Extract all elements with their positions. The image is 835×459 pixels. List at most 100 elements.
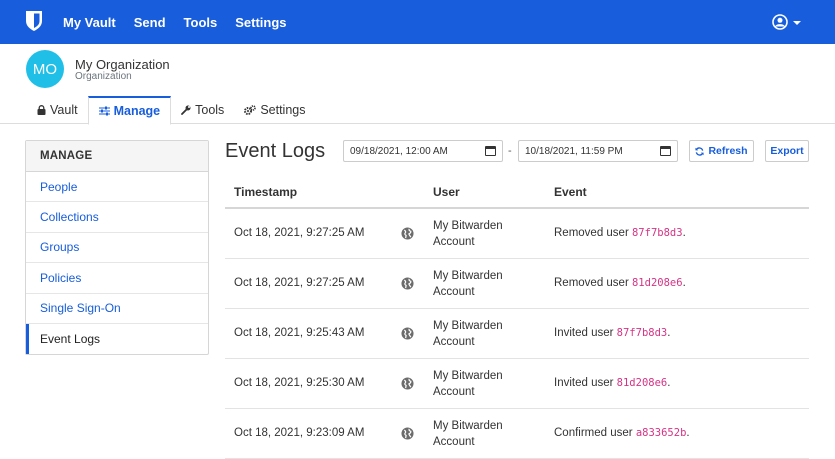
user-name-line2: Account xyxy=(433,236,475,248)
nav-send[interactable]: Send xyxy=(134,15,166,30)
user-name-line2: Account xyxy=(433,286,475,298)
table-row: Oct 18, 2021, 9:27:25 AM My Bitwarden Acc… xyxy=(225,209,809,259)
page-title: Event Logs xyxy=(225,140,326,162)
row-event: Removed user 87f7b8d3. xyxy=(554,227,686,239)
tab-tools-label: Tools xyxy=(195,103,225,117)
table-row: Oct 18, 2021, 9:23:09 AM My Bitwarden Acc… xyxy=(225,409,809,459)
sidebar-item-policies[interactable]: Policies xyxy=(26,263,208,294)
row-timestamp: Oct 18, 2021, 9:23:09 AM xyxy=(234,427,365,439)
bitwarden-logo-icon[interactable] xyxy=(25,10,43,32)
user-name-line1: My Bitwarden xyxy=(433,220,503,232)
gears-icon xyxy=(244,105,257,115)
event-text: Invited user xyxy=(554,377,617,389)
nav-tools[interactable]: Tools xyxy=(184,15,218,30)
chevron-down-icon xyxy=(793,20,801,25)
header-event: Event xyxy=(554,184,587,199)
row-user: My Bitwarden Account xyxy=(433,218,533,250)
event-log-table: Timestamp User Event Oct 18, 2021, 9:27:… xyxy=(225,176,809,459)
row-event: Confirmed user a833652b. xyxy=(554,427,690,439)
event-end: . xyxy=(667,327,671,339)
sidebar-item-single-sign-on[interactable]: Single Sign-On xyxy=(26,294,208,324)
account-menu-button[interactable] xyxy=(772,14,801,30)
event-user-id: 87f7b8d3 xyxy=(616,327,668,339)
row-event: Removed user 81d208e6. xyxy=(554,277,686,289)
globe-icon[interactable] xyxy=(401,327,414,340)
refresh-icon xyxy=(695,146,704,156)
globe-icon[interactable] xyxy=(401,377,414,390)
sliders-icon xyxy=(98,106,110,116)
table-row: Oct 18, 2021, 9:25:30 AM My Bitwarden Acc… xyxy=(225,359,809,409)
sidebar-item-collections[interactable]: Collections xyxy=(26,202,208,233)
user-name-line1: My Bitwarden xyxy=(433,320,503,332)
globe-icon[interactable] xyxy=(401,427,414,440)
event-text: Removed user xyxy=(554,277,632,289)
event-user-id: 81d208e6 xyxy=(616,377,668,389)
tab-manage[interactable]: Manage xyxy=(87,96,172,125)
user-name-line1: My Bitwarden xyxy=(433,370,503,382)
lock-icon xyxy=(37,105,46,115)
calendar-icon[interactable] xyxy=(660,146,671,156)
user-circle-icon xyxy=(772,14,788,30)
event-end: . xyxy=(682,277,686,289)
sidebar-heading: MANAGE xyxy=(26,141,208,172)
sidebar-item-people[interactable]: People xyxy=(26,172,208,203)
event-user-id: 81d208e6 xyxy=(631,277,683,289)
start-date-value: 09/18/2021, 12:00 AM xyxy=(350,145,448,157)
tab-manage-label: Manage xyxy=(113,104,161,118)
tab-settings-label: Settings xyxy=(260,103,306,117)
globe-icon[interactable] xyxy=(401,227,414,240)
manage-sidebar: MANAGE People Collections Groups Policie… xyxy=(25,140,209,356)
sidebar-item-groups[interactable]: Groups xyxy=(26,233,208,264)
calendar-icon[interactable] xyxy=(485,146,496,156)
wrench-icon xyxy=(181,105,191,115)
end-date-input[interactable]: 10/18/2021, 11:59 PM xyxy=(518,140,678,162)
row-user: My Bitwarden Account xyxy=(433,418,533,450)
date-range-separator: - xyxy=(508,145,512,157)
tab-settings[interactable]: Settings xyxy=(234,96,315,124)
export-label: Export xyxy=(770,145,804,157)
event-end: . xyxy=(667,377,671,389)
export-button[interactable]: Export xyxy=(765,140,809,162)
row-event: Invited user 81d208e6. xyxy=(554,377,670,389)
row-timestamp: Oct 18, 2021, 9:25:30 AM xyxy=(234,377,365,389)
table-header: Timestamp User Event xyxy=(225,176,809,209)
user-name-line1: My Bitwarden xyxy=(433,420,503,432)
row-user: My Bitwarden Account xyxy=(433,268,533,300)
end-date-value: 10/18/2021, 11:59 PM xyxy=(525,145,623,157)
user-name-line1: My Bitwarden xyxy=(433,270,503,282)
header-user: User xyxy=(433,184,460,199)
tab-vault[interactable]: Vault xyxy=(27,96,88,124)
nav-settings[interactable]: Settings xyxy=(235,15,286,30)
user-name-line2: Account xyxy=(433,336,475,348)
refresh-button[interactable]: Refresh xyxy=(689,140,754,162)
event-text: Invited user xyxy=(554,327,617,339)
org-avatar: MO xyxy=(26,50,64,88)
tab-vault-label: Vault xyxy=(50,103,78,117)
row-user: My Bitwarden Account xyxy=(433,368,533,400)
event-user-id: a833652b xyxy=(635,427,687,439)
event-end: . xyxy=(686,427,690,439)
globe-icon[interactable] xyxy=(401,277,414,290)
sidebar-item-event-logs[interactable]: Event Logs xyxy=(26,323,208,355)
event-text: Removed user xyxy=(554,227,632,239)
nav-my-vault[interactable]: My Vault xyxy=(63,15,116,30)
row-timestamp: Oct 18, 2021, 9:27:25 AM xyxy=(234,277,365,289)
refresh-label: Refresh xyxy=(708,145,748,157)
org-tabs: Vault Manage Tools Settings xyxy=(27,96,315,125)
event-end: . xyxy=(682,227,686,239)
table-row: Oct 18, 2021, 9:25:43 AM My Bitwarden Acc… xyxy=(225,309,809,359)
org-type: Organization xyxy=(75,71,132,82)
tab-tools[interactable]: Tools xyxy=(171,96,234,124)
event-user-id: 87f7b8d3 xyxy=(631,227,683,239)
row-event: Invited user 87f7b8d3. xyxy=(554,327,670,339)
row-timestamp: Oct 18, 2021, 9:25:43 AM xyxy=(234,327,365,339)
header-timestamp: Timestamp xyxy=(234,184,298,199)
row-timestamp: Oct 18, 2021, 9:27:25 AM xyxy=(234,227,365,239)
table-row: Oct 18, 2021, 9:27:25 AM My Bitwarden Acc… xyxy=(225,259,809,309)
org-name: My Organization xyxy=(75,57,170,72)
start-date-input[interactable]: 09/18/2021, 12:00 AM xyxy=(343,140,503,162)
org-header: MO My Organization Organization Vault Ma… xyxy=(0,44,835,125)
user-name-line2: Account xyxy=(433,436,475,448)
event-text: Confirmed user xyxy=(554,427,636,439)
main-nav: My Vault Send Tools Settings xyxy=(63,0,305,44)
